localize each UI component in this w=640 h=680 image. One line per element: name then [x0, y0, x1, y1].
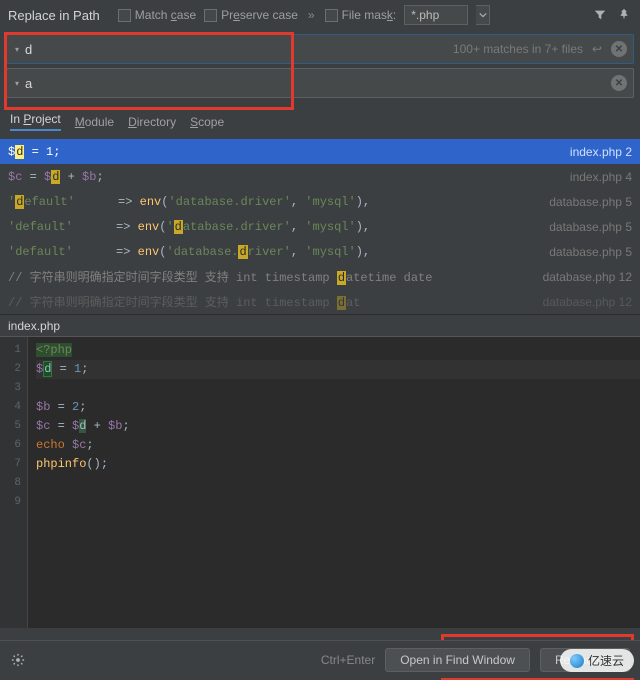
search-input[interactable] [25, 42, 447, 57]
replace-field-row: ▾ ✕ [6, 68, 634, 98]
result-code: // 字符串则明确指定时间字段类型 支持 int timestamp dat [8, 293, 535, 310]
search-field-row: ▾ 100+ matches in 7+ files ↩ ✕ [6, 34, 634, 64]
result-code: 'default' => env('database.driver', 'mys… [8, 195, 541, 209]
watermark-text: 亿速云 [588, 652, 624, 669]
preview-file-tab: index.php [0, 314, 640, 336]
scope-scope[interactable]: Scope [190, 115, 224, 129]
results-list: $d = 1; index.php 2 $c = $d + $b; index.… [0, 139, 640, 314]
chevron-down-icon: ▾ [15, 79, 19, 88]
result-row[interactable]: $d = 1; index.php 2 [0, 139, 640, 164]
clear-replace-button[interactable]: ✕ [611, 75, 627, 91]
result-location: database.php 12 [535, 270, 632, 284]
bottom-toolbar: Ctrl+Enter Open in Find Window Replace A… [0, 640, 640, 678]
checkbox-icon [118, 9, 131, 22]
scope-tabs: In Project Module Directory Scope [0, 106, 640, 139]
gutter: 123 456 789 [0, 337, 28, 628]
result-location: database.php 5 [541, 195, 632, 209]
result-location: index.php 4 [562, 170, 632, 184]
file-mask-input[interactable] [404, 5, 468, 25]
open-find-window-button[interactable]: Open in Find Window [385, 648, 530, 672]
result-location: database.php 5 [541, 245, 632, 259]
preserve-case-label: Preserve case [221, 8, 298, 22]
newline-icon[interactable]: ↩ [589, 42, 605, 56]
preview-file-name: index.php [8, 319, 60, 333]
chevron-down-icon [479, 11, 487, 19]
match-case-label: Match case [135, 8, 196, 22]
match-case-checkbox[interactable]: Match case [118, 8, 196, 22]
result-row[interactable]: // 字符串则明确指定时间字段类型 支持 int timestamp dat d… [0, 289, 640, 314]
pin-icon[interactable] [616, 7, 632, 23]
result-location: database.php 5 [541, 220, 632, 234]
scope-directory[interactable]: Directory [128, 115, 176, 129]
replace-input[interactable] [25, 76, 605, 91]
clear-search-button[interactable]: ✕ [611, 41, 627, 57]
result-row[interactable]: 'default' => env('database.driver', 'mys… [0, 189, 640, 214]
result-code: 'default' => env('database.driver', 'mys… [8, 220, 541, 234]
result-row[interactable]: 'default' => env('database.driver', 'mys… [0, 214, 640, 239]
result-row[interactable]: 'default' => env('database.driver', 'mys… [0, 239, 640, 264]
result-code: 'default' => env('database.driver', 'mys… [8, 245, 541, 259]
checkbox-icon [325, 9, 338, 22]
result-location: database.php 12 [535, 295, 632, 309]
result-row[interactable]: // 字符串则明确指定时间字段类型 支持 int timestamp datet… [0, 264, 640, 289]
shortcut-hint: Ctrl+Enter [321, 653, 375, 667]
result-code: // 字符串则明确指定时间字段类型 支持 int timestamp datet… [8, 268, 535, 285]
file-mask-label: File mask: [342, 8, 397, 22]
file-mask-checkbox[interactable]: File mask: [325, 8, 397, 22]
more-options-icon[interactable]: » [306, 8, 317, 22]
match-count-status: 100+ matches in 7+ files [453, 42, 583, 56]
watermark-badge: 亿速云 [560, 649, 634, 672]
result-code: $d = 1; [8, 145, 562, 159]
checkbox-icon [204, 9, 217, 22]
file-mask-dropdown[interactable] [476, 5, 490, 25]
logo-icon [570, 654, 584, 668]
dialog-title: Replace in Path [8, 8, 100, 23]
search-icon[interactable]: ▾ [13, 79, 19, 88]
search-icon[interactable]: ▾ [13, 45, 19, 54]
scope-module[interactable]: Module [75, 115, 114, 129]
preserve-case-checkbox[interactable]: Preserve case [204, 8, 298, 22]
result-location: index.php 2 [562, 145, 632, 159]
code-lines[interactable]: <?php $d = 1; $b = 2; $c = $d + $b; echo… [28, 337, 640, 628]
scope-in-project[interactable]: In Project [10, 112, 61, 131]
gear-icon[interactable] [10, 652, 26, 668]
result-code: $c = $d + $b; [8, 170, 562, 184]
filter-icon[interactable] [592, 7, 608, 23]
chevron-down-icon: ▾ [15, 45, 19, 54]
code-preview: 123 456 789 <?php $d = 1; $b = 2; $c = $… [0, 336, 640, 628]
result-row[interactable]: $c = $d + $b; index.php 4 [0, 164, 640, 189]
